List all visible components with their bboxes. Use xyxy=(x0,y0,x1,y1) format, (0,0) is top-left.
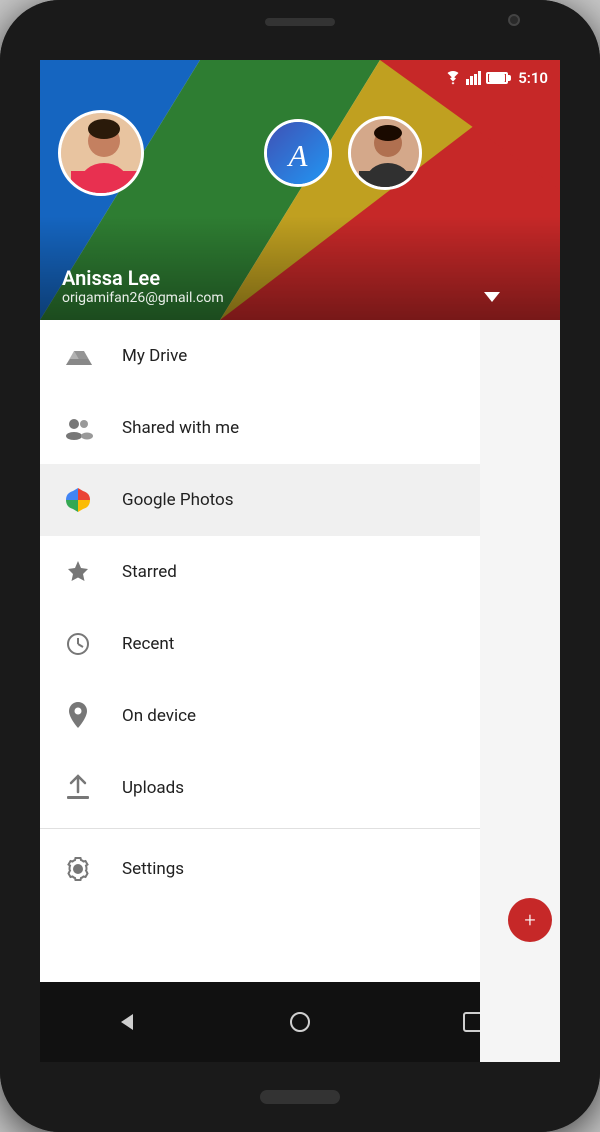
menu-label-recent: Recent xyxy=(122,634,174,654)
phone-top-bezel xyxy=(0,0,600,60)
gear-icon xyxy=(62,853,94,885)
nav-back-button[interactable] xyxy=(107,1002,147,1042)
battery-fill xyxy=(489,74,505,82)
phone-bottom-bezel xyxy=(0,1062,600,1132)
menu-label-my-drive: My Drive xyxy=(122,346,187,366)
photos-icon xyxy=(62,484,94,516)
header-banner: A Anissa Lee origamifan26@g xyxy=(40,60,560,320)
fab-button[interactable]: + xyxy=(508,898,552,942)
user-name: Anissa Lee xyxy=(62,266,224,290)
star-icon xyxy=(62,556,94,588)
avatar-svg-third xyxy=(351,119,422,190)
banner-avatars: A xyxy=(40,110,560,196)
status-time: 5:10 xyxy=(518,69,548,87)
menu-label-settings: Settings xyxy=(122,859,184,879)
phone-screen: + xyxy=(40,60,560,1062)
user-avatar-secondary[interactable]: A xyxy=(264,119,332,187)
front-camera xyxy=(508,14,520,26)
speaker-grille xyxy=(265,18,335,26)
signal-icon xyxy=(466,71,482,85)
shared-icon xyxy=(62,412,94,444)
upload-icon xyxy=(62,772,94,804)
menu-label-starred: Starred xyxy=(122,562,177,582)
battery-icon xyxy=(486,72,508,84)
avatar-svg-secondary: A xyxy=(267,119,329,187)
nav-home-button[interactable] xyxy=(280,1002,320,1042)
banner-user-info: Anissa Lee origamifan26@gmail.com xyxy=(62,266,224,306)
menu-label-photos: Google Photos xyxy=(122,490,234,510)
phone-device: + xyxy=(0,0,600,1132)
wifi-icon xyxy=(444,71,462,85)
menu-label-shared: Shared with me xyxy=(122,418,239,438)
menu-label-uploads: Uploads xyxy=(122,778,184,798)
account-dropdown-arrow[interactable] xyxy=(484,292,500,302)
clock-icon xyxy=(62,628,94,660)
user-email: origamifan26@gmail.com xyxy=(62,290,224,306)
status-icons: 5:10 xyxy=(444,69,548,87)
user-avatar-main[interactable] xyxy=(58,110,144,196)
menu-label-on-device: On device xyxy=(122,706,196,726)
status-bar: 5:10 xyxy=(40,60,560,96)
svg-text:A: A xyxy=(287,138,309,173)
drive-icon xyxy=(62,340,94,372)
bottom-oval xyxy=(260,1090,340,1104)
pin-icon xyxy=(62,700,94,732)
user-avatar-third[interactable] xyxy=(348,116,422,190)
avatar-svg-main xyxy=(61,113,144,196)
